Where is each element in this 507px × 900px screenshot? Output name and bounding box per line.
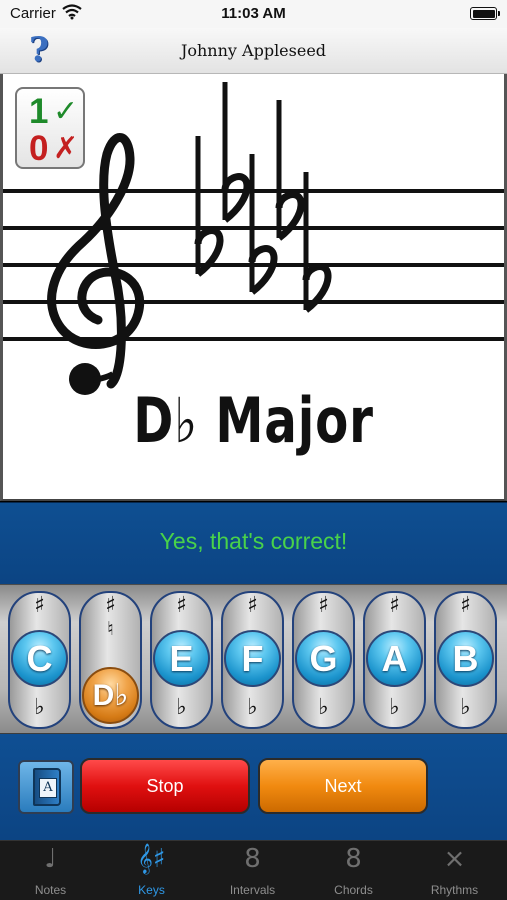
note-keys-tray: ♯ C ♭ ♯ ♮ D♭ ♯ E ♭ ♯ F ♭ ♯ G ♭ ♯ A ♭ ♯ B ♭ bbox=[0, 584, 507, 734]
key-name-label: D♭ Major bbox=[133, 384, 374, 457]
tab-rhythms[interactable]: × Rhythms bbox=[404, 841, 505, 900]
notes-tab-icon: ♩ bbox=[44, 844, 57, 874]
key-column-f: ♯ F ♭ bbox=[221, 591, 284, 729]
tab-chords[interactable]: 8 Chords bbox=[303, 841, 404, 900]
note-button-e[interactable]: E bbox=[153, 630, 210, 687]
natural-button[interactable]: ♮ bbox=[81, 618, 140, 640]
next-button[interactable]: Next bbox=[258, 758, 428, 814]
flat-button[interactable]: ♭ bbox=[152, 695, 211, 720]
flat-sign bbox=[275, 100, 305, 241]
sharp-button[interactable]: ♯ bbox=[436, 593, 495, 618]
key-column-c: ♯ C ♭ bbox=[8, 591, 71, 729]
note-button-d-flat[interactable]: D♭ bbox=[82, 667, 139, 724]
tab-label: Chords bbox=[334, 883, 373, 897]
note-button-f[interactable]: F bbox=[224, 630, 281, 687]
nav-bar: ? Johnny Appleseed bbox=[0, 28, 507, 74]
flat-sign bbox=[194, 136, 224, 277]
keys-tab-icon: 𝄞♯ bbox=[137, 844, 166, 874]
book-icon: A bbox=[33, 768, 61, 806]
tab-bar: ♩ Notes 𝄞♯ Keys 8 Intervals 8 Chords × Rhythms bbox=[0, 840, 507, 900]
page-title: Johnny Appleseed bbox=[180, 41, 327, 60]
key-column-g: ♯ G ♭ bbox=[292, 591, 355, 729]
key-column-d-flat: ♯ ♮ D♭ bbox=[79, 591, 142, 729]
stop-button[interactable]: Stop bbox=[80, 758, 250, 814]
sharp-button[interactable]: ♯ bbox=[223, 593, 282, 618]
flat-button[interactable]: ♭ bbox=[365, 695, 424, 720]
cross-icon: ✗ bbox=[53, 132, 79, 165]
note-button-a[interactable]: A bbox=[366, 630, 423, 687]
tab-label: Notes bbox=[34, 883, 67, 897]
note-button-c[interactable]: C bbox=[11, 630, 68, 687]
tab-label: Intervals bbox=[229, 883, 276, 897]
status-bar: Carrier 11:03 AM bbox=[0, 0, 507, 28]
sharp-button[interactable]: ♯ bbox=[10, 593, 69, 618]
key-signature-flats bbox=[194, 82, 332, 313]
sharp-button[interactable]: ♯ bbox=[152, 593, 211, 618]
status-time: 11:03 AM bbox=[221, 5, 286, 22]
note-button-g[interactable]: G bbox=[295, 630, 352, 687]
wrong-count: 0 ✗ bbox=[29, 129, 79, 168]
chords-tab-icon: 8 bbox=[345, 844, 362, 874]
key-column-e: ♯ E ♭ bbox=[150, 591, 213, 729]
tab-intervals[interactable]: 8 Intervals bbox=[202, 841, 303, 900]
flat-sign bbox=[221, 82, 251, 223]
correct-count: 1 ✓ bbox=[29, 92, 79, 131]
tab-keys[interactable]: 𝄞♯ Keys bbox=[101, 841, 202, 900]
score-counter: 1 ✓ 0 ✗ bbox=[15, 87, 85, 169]
check-icon: ✓ bbox=[53, 95, 79, 128]
sharp-button[interactable]: ♯ bbox=[365, 593, 424, 618]
control-bar: A Stop Next bbox=[0, 734, 507, 840]
reference-book-button[interactable]: A bbox=[18, 760, 74, 814]
staff-display: 1 ✓ 0 ✗ D♭ Major bbox=[0, 74, 507, 501]
flat-button[interactable]: ♭ bbox=[294, 695, 353, 720]
rhythms-tab-icon: × bbox=[443, 844, 466, 874]
sharp-button[interactable]: ♯ bbox=[81, 593, 140, 618]
sharp-button[interactable]: ♯ bbox=[294, 593, 353, 618]
flat-sign bbox=[248, 154, 278, 295]
battery-icon bbox=[470, 7, 500, 20]
intervals-tab-icon: 8 bbox=[244, 844, 261, 874]
feedback-bar: Yes, that's correct! bbox=[0, 502, 507, 584]
tab-label: Rhythms bbox=[430, 883, 479, 897]
flat-button[interactable]: ♭ bbox=[223, 695, 282, 720]
flat-button[interactable]: ♭ bbox=[436, 695, 495, 720]
key-column-a: ♯ A ♭ bbox=[363, 591, 426, 729]
note-button-b[interactable]: B bbox=[437, 630, 494, 687]
tab-notes[interactable]: ♩ Notes bbox=[0, 841, 101, 900]
key-column-b: ♯ B ♭ bbox=[434, 591, 497, 729]
feedback-message: Yes, that's correct! bbox=[159, 528, 348, 554]
flat-button[interactable]: ♭ bbox=[10, 695, 69, 720]
tab-label: Keys bbox=[138, 883, 165, 897]
